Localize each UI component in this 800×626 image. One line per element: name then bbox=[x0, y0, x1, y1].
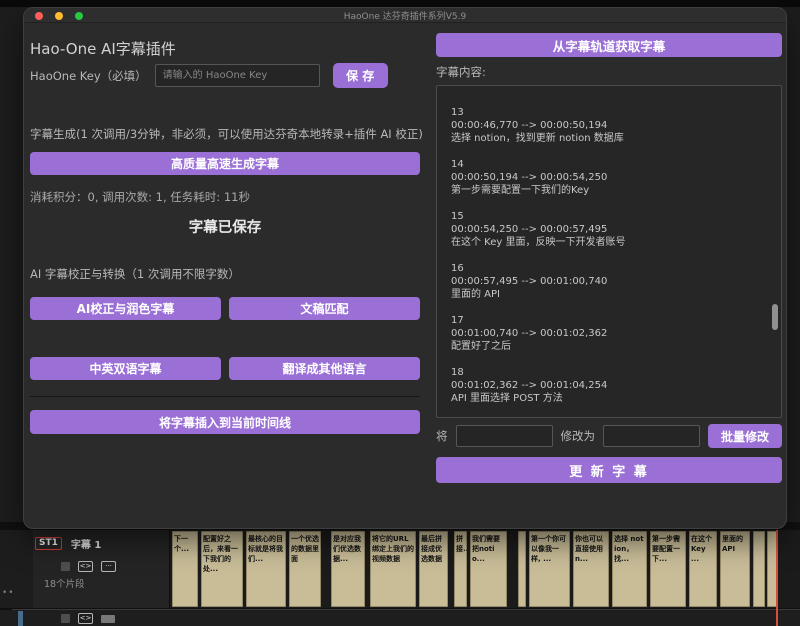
maximize-button[interactable] bbox=[75, 12, 83, 20]
timeline-clip[interactable]: 拼接... bbox=[454, 531, 467, 607]
subtitle-content-label: 字幕内容: bbox=[436, 64, 486, 80]
replace-to-label: 修改为 bbox=[561, 428, 596, 444]
subtitle-entry: 1300:00:46,770 --> 00:00:50,194选择 notion… bbox=[451, 106, 767, 145]
close-button[interactable] bbox=[35, 12, 43, 20]
timeline-clip[interactable]: 最核心的目标就是将我们... bbox=[246, 531, 286, 607]
lock-icon[interactable] bbox=[61, 562, 70, 571]
script-match-button[interactable]: 文稿匹配 bbox=[229, 297, 420, 320]
replace-from-input[interactable] bbox=[456, 425, 553, 447]
timeline-clip[interactable]: 在这个 Key ... bbox=[689, 531, 717, 607]
rail-handle-dots[interactable]: •• bbox=[2, 588, 15, 598]
timeline-clip[interactable]: 将它的URL绑定上我们的视频数据 bbox=[370, 531, 416, 607]
usage-stats: 消耗积分：0, 调用次数: 1, 任务耗时: 11秒 bbox=[30, 189, 250, 205]
subtitle-entry: 1600:00:57,495 --> 00:01:00,740里面的 API bbox=[451, 262, 767, 301]
translate-button[interactable]: 翻译成其他语言 bbox=[229, 357, 420, 380]
key-label: HaoOne Key（必填） bbox=[30, 68, 147, 84]
timeline-clip[interactable]: 第一个你可以像我一样, ... bbox=[529, 531, 570, 607]
timeline-clip[interactable]: 最后拼接成优选数据 bbox=[419, 531, 448, 607]
update-subtitles-button[interactable]: 更 新 字 幕 bbox=[436, 457, 782, 483]
generate-subtitles-button[interactable]: 高质量高速生成字幕 bbox=[30, 152, 420, 175]
subtitle-textarea[interactable]: 1300:00:46,770 --> 00:00:50,194选择 notion… bbox=[436, 85, 782, 418]
subtitle-entry: 1500:00:54,250 --> 00:00:57,495在这个 Key 里… bbox=[451, 210, 767, 249]
subtitle-content: 1300:00:46,770 --> 00:00:50,194选择 notion… bbox=[437, 86, 781, 405]
desktop-top-strip bbox=[0, 0, 800, 7]
track-badge[interactable]: ST1 bbox=[35, 537, 62, 551]
scrollbar-thumb[interactable] bbox=[772, 304, 778, 330]
haoone-key-input[interactable] bbox=[155, 64, 320, 87]
bilingual-button[interactable]: 中英双语字幕 bbox=[30, 357, 221, 380]
timeline-clip[interactable]: 里面的 API bbox=[720, 531, 750, 607]
timeline-clip[interactable]: 你也可以直接使用 n... bbox=[573, 531, 609, 607]
window-title: HaoOne 达芬奇插件系列V5.9 bbox=[344, 9, 466, 22]
plugin-window: HaoOne 达芬奇插件系列V5.9 Hao-One AI字幕插件 HaoOne… bbox=[24, 8, 786, 528]
subtitle-track-header: ST1 字幕 1 <> ··· 18个片段 bbox=[33, 530, 170, 608]
generate-section-note: 字幕生成(1 次调用/3分钟，非必须，可以使用达芬奇本地转录+插件 AI 校正) bbox=[30, 126, 423, 142]
replace-to-input[interactable] bbox=[603, 425, 700, 447]
saved-status: 字幕已保存 bbox=[30, 216, 420, 237]
batch-replace-row: 将 修改为 批量修改 bbox=[436, 424, 782, 448]
timeline-clip[interactable]: 第一步需要配置一下... bbox=[650, 531, 686, 607]
timeline-clip[interactable]: 我们需要把notio... bbox=[470, 531, 507, 607]
auto-select-icon[interactable]: <> bbox=[78, 613, 93, 624]
timeline-clip[interactable]: 下一个... bbox=[172, 531, 198, 607]
timeline-clip[interactable]: 是对应我们优选数据... bbox=[331, 531, 365, 607]
timeline-clip[interactable]: 选择 notion，找... bbox=[612, 531, 647, 607]
section-divider bbox=[30, 396, 420, 397]
titlebar: HaoOne 达芬奇插件系列V5.9 bbox=[24, 8, 786, 23]
timeline-clip[interactable]: 一个优选的数据里面 bbox=[289, 531, 321, 607]
lower-track-row: <> bbox=[0, 610, 800, 626]
timeline-clip[interactable]: 配置好之后，来看一下我们的处... bbox=[201, 531, 243, 607]
playhead[interactable] bbox=[776, 530, 778, 626]
clips-area: 下一个...配置好之后，来看一下我们的处...最核心的目标就是将我们...一个优… bbox=[170, 531, 777, 607]
minimize-button[interactable] bbox=[55, 12, 63, 20]
subtitle-track-row: •• ST1 字幕 1 <> ··· 18个片段 下一个...配置好之后，来看一… bbox=[0, 530, 800, 608]
page-title: Hao-One AI字幕插件 bbox=[30, 38, 176, 59]
clip-count-label: 18个片段 bbox=[44, 576, 85, 590]
auto-select-icon[interactable]: <> bbox=[78, 561, 93, 572]
save-button[interactable]: 保 存 bbox=[333, 63, 388, 88]
left-panel: Hao-One AI字幕插件 HaoOne Key（必填） 保 存 字幕生成(1… bbox=[30, 23, 420, 528]
fetch-subtitles-button[interactable]: 从字幕轨道获取字幕 bbox=[436, 33, 782, 57]
timeline: •• ST1 字幕 1 <> ··· 18个片段 下一个...配置好之后，来看一… bbox=[0, 522, 800, 626]
ai-correct-button[interactable]: AI校正与润色字幕 bbox=[30, 297, 221, 320]
track-name: 字幕 1 bbox=[71, 536, 101, 551]
caption-bubble-icon[interactable]: ··· bbox=[101, 561, 116, 572]
right-panel: 从字幕轨道获取字幕 字幕内容: 1300:00:46,770 --> 00:00… bbox=[436, 23, 782, 528]
subtitle-entry: 1400:00:50,194 --> 00:00:54,250第一步需要配置一下… bbox=[451, 158, 767, 197]
subtitle-entry: 1700:01:00,740 --> 00:01:02,362配置好了之后 bbox=[451, 314, 767, 353]
key-row: HaoOne Key（必填） 保 存 bbox=[30, 63, 420, 88]
insert-to-timeline-button[interactable]: 将字幕插入到当前时间线 bbox=[30, 410, 420, 434]
lock-icon[interactable] bbox=[61, 614, 70, 623]
subtitle-entry: 1800:01:02,362 --> 00:01:04,254API 里面选择 … bbox=[451, 366, 767, 405]
timeline-left-rail: •• bbox=[0, 530, 33, 608]
track-color-bar bbox=[18, 611, 23, 626]
timeline-clip[interactable] bbox=[518, 531, 526, 607]
ai-section-note: AI 字幕校正与转换（1 次调用不限字数） bbox=[30, 266, 240, 282]
timeline-clip[interactable] bbox=[753, 531, 765, 607]
batch-modify-button[interactable]: 批量修改 bbox=[708, 424, 782, 448]
track-thumbnail-icon[interactable] bbox=[101, 615, 115, 623]
replace-from-label: 将 bbox=[436, 428, 448, 444]
